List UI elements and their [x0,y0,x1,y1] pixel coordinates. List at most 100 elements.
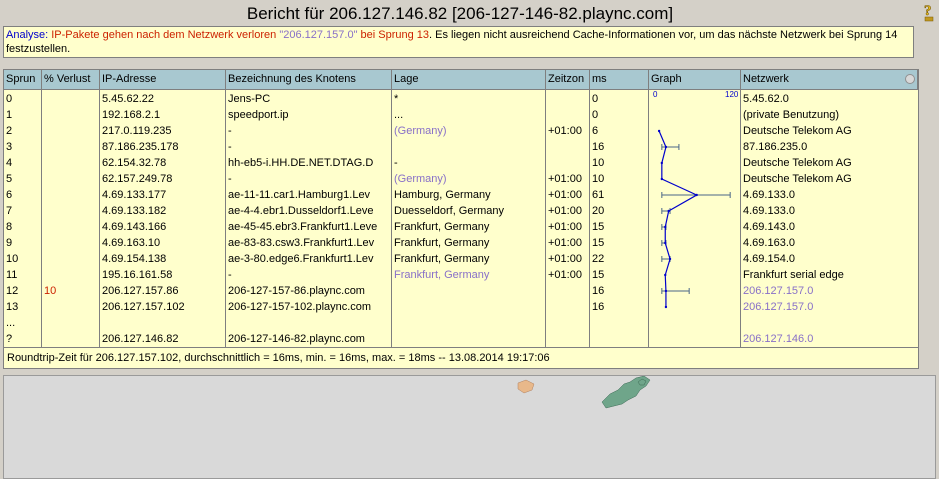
column-header-net[interactable]: Netzwerk [741,70,918,89]
cell-hop: ... [6,317,16,329]
table-row[interactable]: 11 195.16.161.58 - Frankfurt, Germany +01:00… [4,267,918,283]
cell-ms: 16 [592,141,605,153]
graph-point [660,177,664,181]
table-row[interactable]: 6 4.69.133.177 ae-11-11.car1.Hamburg1.Lev H… [4,187,918,203]
cell-name: - [228,141,232,153]
cell-loss [42,91,99,107]
table-row[interactable]: 10 4.69.154.138 ae-3-80.edge6.Frankfurt1.L… [4,251,918,267]
cell-net: Deutsche Telekom AG [743,125,852,137]
cell-name: hh-eb5-i.HH.DE.NET.DTAG.D [228,157,374,169]
cell-tz: +01:00 [548,237,582,249]
cell-net: 206.127.157.0 [743,301,814,313]
cell-loss [42,139,99,155]
table-row[interactable]: 0 5.45.62.22 Jens-PC * 0 5.45.62.0 [4,91,918,107]
cell-ms: 15 [592,269,605,281]
cell-ms: 20 [592,205,605,217]
cell-net: Frankfurt serial edge [743,269,844,281]
column-header-graph[interactable]: Graph [649,70,741,89]
cell-ip: 62.154.32.78 [102,157,167,169]
svg-text:?: ? [924,3,932,19]
graph-scale-min: 0 [653,90,658,99]
cell-loss [42,267,99,283]
column-toggle-icon[interactable] [905,74,915,84]
map-view[interactable] [3,375,936,479]
table-row[interactable]: 13 206.127.157.102 206-127-157-102.plaync.… [4,299,918,315]
cell-net: 5.45.62.0 [743,93,789,105]
table-row[interactable]: 3 87.186.235.178 - 16 87.186.235.0 [4,139,918,155]
cell-hop: 11 [6,269,18,281]
cell-ms: 6 [592,125,599,137]
cell-ms: 15 [592,221,605,233]
cell-tz: +01:00 [548,173,582,185]
cell-loc [392,331,545,347]
table-row[interactable]: 4 62.154.32.78 hh-eb5-i.HH.DE.NET.DTAG.D - 1… [4,155,918,171]
table-row[interactable]: ... [4,315,918,331]
column-header-loc[interactable]: Lage [392,70,546,89]
cell-ms [590,331,648,347]
cell-hop: 13 [6,301,19,313]
table-row[interactable]: 9 4.69.163.10 ae-83-83.csw3.Frankfurt1.Lev… [4,235,918,251]
column-header-ms[interactable]: ms [590,70,649,89]
graph-point [664,241,667,245]
analysis-box: Analyse: IP-Pakete gehen nach dem Netzwe… [3,26,914,58]
cell-ms: 15 [592,237,605,249]
cell-loc: * [394,93,399,105]
cell-ms: 22 [592,253,605,265]
graph-point [664,289,668,293]
graph-scale-max: 120 [725,90,739,99]
cell-loss [42,315,99,331]
table-header: Sprun% Verlust IP-Adresse Bezeichnung des … [4,70,918,90]
map-landmass-small [517,379,535,394]
table-row[interactable]: 2 217.0.119.235 - (Germany) +01:00 6 Deutsche … [4,123,918,139]
help-question-icon[interactable]: ? [921,1,937,23]
cell-name: ae-3-80.edge6.Frankfurt1.Lev [228,253,374,265]
cell-hop: 7 [6,205,13,217]
cell-ip: 195.16.161.58 [102,269,173,281]
column-header-name[interactable]: Bezeichnung des Knotens [226,70,392,89]
cell-hop: 4 [6,157,13,169]
cell-loss [42,219,99,235]
cell-net: (private Benutzung) [743,109,839,121]
table-row[interactable]: ? 206.127.146.82 206-127-146-82.plaync.com… [4,331,918,347]
cell-name: ae-45-45.ebr3.Frankfurt1.Leve [228,221,378,233]
table-row[interactable]: 8 4.69.143.166 ae-45-45.ebr3.Frankfurt1.Le… [4,219,918,235]
cell-name: - [228,125,232,137]
cell-net: Deutsche Telekom AG [743,173,852,185]
cell-loc: (Germany) [394,125,447,137]
graph-point [664,305,668,309]
cell-ip: 192.168.2.1 [102,109,161,121]
cell-loss [42,107,99,123]
cell-name: - [228,269,232,281]
cell-loss [42,235,99,251]
cell-net: 4.69.133.0 [743,189,795,201]
cell-loss [42,187,99,203]
cell-ms: 10 [592,173,605,185]
cell-loc: Hamburg, Germany [394,189,491,201]
cell-ip: 4.69.163.10 [102,237,161,249]
cell-loc [392,315,545,331]
cell-name: ae-83-83.csw3.Frankfurt1.Lev [228,237,375,249]
cell-ms: 16 [592,285,605,297]
cell-loc [392,283,545,299]
cell-ip: 206.127.146.82 [102,333,179,345]
table-row[interactable]: 1 192.168.2.1 speedport.ip... 0 (private Ben… [4,107,918,123]
analysis-loss-text: IP-Pakete gehen nach dem Netzwerk verlor… [51,29,280,41]
roundtrip-footer: Roundtrip-Zeit für 206.127.157.102, durc… [4,347,918,368]
cell-ip: 4.69.143.166 [102,221,167,233]
table-row[interactable]: 12 10 206.127.157.86 206-127-157-86.plaync.… [4,283,918,299]
cell-ip: 62.157.249.78 [102,173,173,185]
table-row[interactable]: 7 4.69.133.182 ae-4-4.ebr1.Dusseldorf1.Lev… [4,203,918,219]
cell-net: Deutsche Telekom AG [743,157,852,169]
column-header-hop[interactable]: Sprun [4,70,42,89]
graph-point [668,257,672,261]
cell-tz: +01:00 [548,189,582,201]
cell-name: 206-127-157-86.plaync.com [228,285,365,297]
cell-ms: 10 [592,157,605,169]
cell-tz: +01:00 [548,125,582,137]
table-row[interactable]: 5 62.157.249.78 - (Germany) +01:00 10 Deutsche… [4,171,918,187]
column-header-tz[interactable]: Zeitzon [546,70,590,89]
column-header-ip[interactable]: IP-Adresse [100,70,226,89]
graph-latency-line [658,130,698,307]
column-header-loss[interactable]: % Verlust [42,70,100,89]
cell-net [741,315,917,331]
